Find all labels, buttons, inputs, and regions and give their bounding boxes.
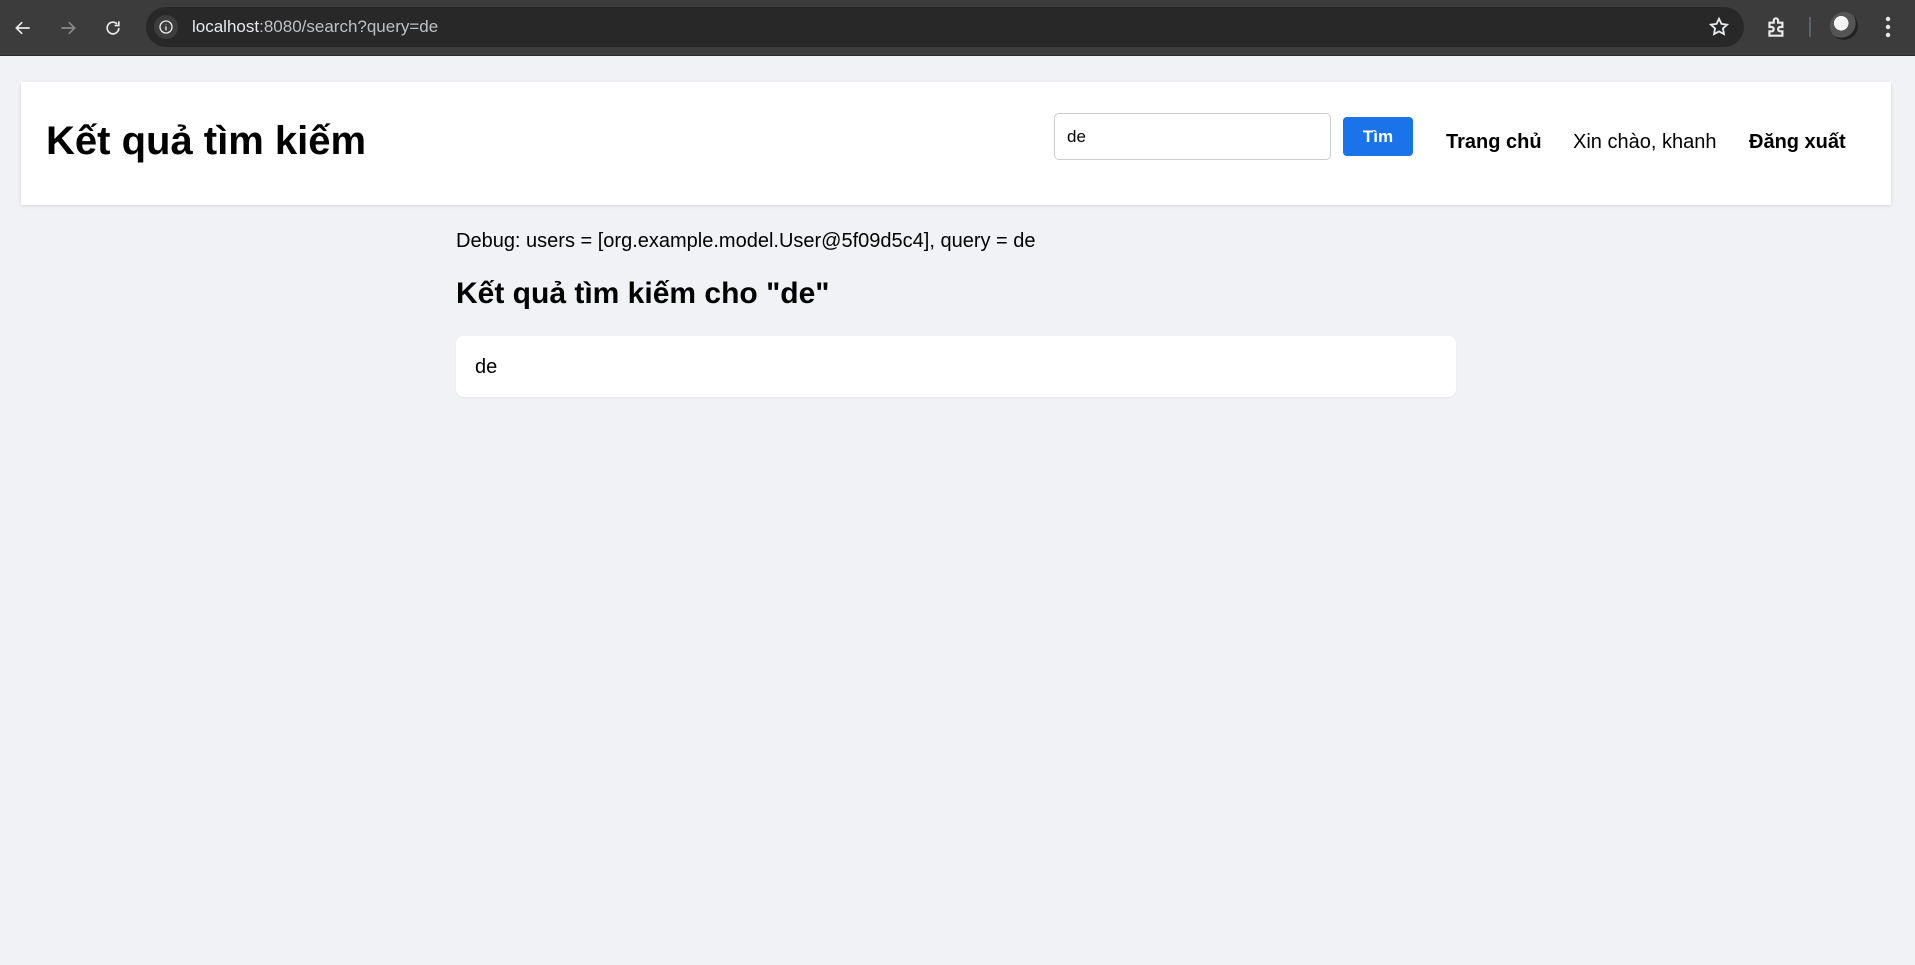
page-title: Kết quả tìm kiếm [46,119,367,163]
info-icon[interactable] [154,15,178,39]
address-bar[interactable]: localhost:8080/search?query=de [146,7,1744,47]
result-card: de [456,336,1456,397]
puzzle-icon[interactable] [1764,14,1790,40]
url-text[interactable]: localhost:8080/search?query=de [192,7,438,47]
avatar[interactable] [1830,12,1858,40]
home-link[interactable]: Trang chủ [1446,130,1542,154]
logout-link[interactable]: Đăng xuất [1749,130,1846,154]
url-path: :8080/search?query=de [259,17,439,36]
kebab-menu-icon[interactable] [1878,12,1898,42]
search-button[interactable]: Tìm [1343,117,1413,156]
debug-text: Debug: users = [org.example.model.User@5… [456,230,1036,252]
search-input[interactable] [1054,113,1331,160]
url-host: localhost [192,17,260,36]
browser-toolbar: localhost:8080/search?query=de [0,0,1915,56]
results-heading: Kết quả tìm kiếm cho "de" [456,277,830,310]
star-icon[interactable] [1708,16,1730,38]
page-header: Kết quả tìm kiếm Tìm Trang chủ Xin chào,… [21,82,1891,205]
reload-icon[interactable] [95,10,131,46]
greeting-text: Xin chào, khanh [1573,131,1717,153]
result-item: de [475,356,498,378]
toolbar-separator [1809,17,1811,37]
back-arrow-icon[interactable] [5,10,41,46]
forward-arrow-icon[interactable] [50,10,86,46]
